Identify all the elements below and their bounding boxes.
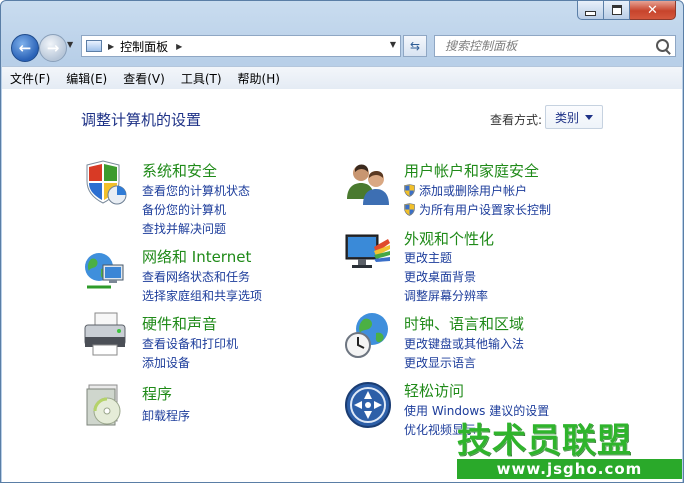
caption-buttons: ✕	[577, 1, 676, 20]
users-icon	[347, 164, 389, 205]
programs-disc-icon	[86, 384, 121, 426]
menu-edit[interactable]: 编辑(E)	[58, 70, 115, 87]
link-uninstall-program[interactable]: 卸载程序	[142, 407, 190, 424]
menu-tools[interactable]: 工具(T)	[173, 70, 230, 87]
breadcrumb-arrow-icon[interactable]: ▶	[176, 42, 182, 51]
watermark: 技术员联盟 www.jsgho.com	[457, 413, 682, 482]
breadcrumb-control-panel[interactable]: 控制面板	[120, 38, 168, 55]
back-button[interactable]: ←	[11, 34, 39, 62]
link-change-theme[interactable]: 更改主题	[404, 249, 452, 266]
uac-shield-icon	[404, 184, 415, 197]
search-icon[interactable]	[656, 39, 669, 52]
category-title-user-accounts[interactable]: 用户帐户和家庭安全	[404, 160, 539, 181]
watermark-url: www.jsgho.com	[457, 459, 682, 479]
chevron-down-icon	[585, 115, 593, 120]
menu-help[interactable]: 帮助(H)	[230, 70, 288, 87]
clock-globe-icon	[345, 313, 388, 358]
shield-computer-icon	[86, 160, 127, 205]
menu-file[interactable]: 文件(F)	[2, 70, 58, 87]
page-title: 调整计算机的设置	[81, 111, 202, 129]
link-parental-controls-label: 为所有用户设置家长控制	[419, 203, 552, 217]
category-title-network-internet[interactable]: 网络和 Internet	[142, 246, 251, 267]
watermark-text: 技术员联盟	[457, 421, 632, 461]
menu-view[interactable]: 查看(V)	[115, 70, 173, 87]
link-add-device[interactable]: 添加设备	[142, 354, 190, 371]
link-view-computer-status[interactable]: 查看您的计算机状态	[142, 182, 250, 199]
monitor-palette-icon	[345, 234, 390, 268]
category-title-hardware-sound[interactable]: 硬件和声音	[142, 313, 217, 334]
menu-bar: 文件(F) 编辑(E) 查看(V) 工具(T) 帮助(H)	[2, 66, 682, 90]
forward-button[interactable]: →	[39, 34, 67, 62]
link-find-fix-problems[interactable]: 查找并解决问题	[142, 220, 226, 237]
link-backup-computer[interactable]: 备份您的计算机	[142, 201, 226, 218]
link-view-network-status[interactable]: 查看网络状态和任务	[142, 268, 250, 285]
address-bar[interactable]: ▶ 控制面板 ▶ ▼	[81, 35, 401, 57]
minimize-button[interactable]	[577, 1, 604, 20]
link-homegroup-sharing[interactable]: 选择家庭组和共享选项	[142, 287, 262, 304]
globe-network-icon	[85, 253, 124, 289]
navigation-bar: ← → ▼ ▶ 控制面板 ▶ ▼ ⇆	[1, 31, 683, 63]
ease-of-access-icon	[345, 382, 391, 428]
link-view-devices-printers[interactable]: 查看设备和打印机	[142, 335, 238, 352]
search-box[interactable]	[434, 35, 676, 57]
close-button[interactable]: ✕	[630, 1, 676, 20]
category-title-ease-of-access[interactable]: 轻松访问	[404, 380, 464, 401]
recent-pages-chevron-icon[interactable]: ▼	[67, 40, 77, 52]
maximize-button[interactable]	[604, 1, 630, 20]
printer-icon	[84, 312, 126, 356]
link-adjust-resolution[interactable]: 调整屏幕分辨率	[404, 287, 488, 304]
view-by-value: 类别	[555, 110, 580, 125]
view-by-select[interactable]: 类别	[545, 105, 603, 129]
link-change-display-language[interactable]: 更改显示语言	[404, 354, 476, 371]
link-parental-controls[interactable]: 为所有用户设置家长控制	[404, 201, 551, 218]
category-title-clock-language[interactable]: 时钟、语言和区域	[404, 313, 524, 334]
link-change-desktop-background[interactable]: 更改桌面背景	[404, 268, 476, 285]
control-panel-icon	[86, 40, 102, 52]
link-add-remove-accounts[interactable]: 添加或删除用户帐户	[404, 182, 527, 199]
control-panel-window: ✕ ← → ▼ ▶ 控制面板 ▶ ▼ ⇆ 文件(F) 编辑(E) 查看(V) 工…	[0, 0, 684, 483]
search-input[interactable]	[443, 38, 647, 54]
refresh-button[interactable]: ⇆	[403, 35, 427, 57]
category-title-system-security[interactable]: 系统和安全	[142, 160, 217, 181]
breadcrumb-arrow-icon[interactable]: ▶	[108, 42, 114, 51]
category-title-programs[interactable]: 程序	[142, 383, 172, 404]
category-title-appearance[interactable]: 外观和个性化	[404, 228, 494, 249]
uac-shield-icon	[404, 203, 415, 216]
address-dropdown-icon[interactable]: ▼	[390, 40, 396, 49]
view-by-label: 查看方式:	[490, 113, 543, 127]
link-add-remove-accounts-label: 添加或删除用户帐户	[419, 184, 528, 198]
link-change-keyboard-input[interactable]: 更改键盘或其他输入法	[404, 335, 524, 352]
